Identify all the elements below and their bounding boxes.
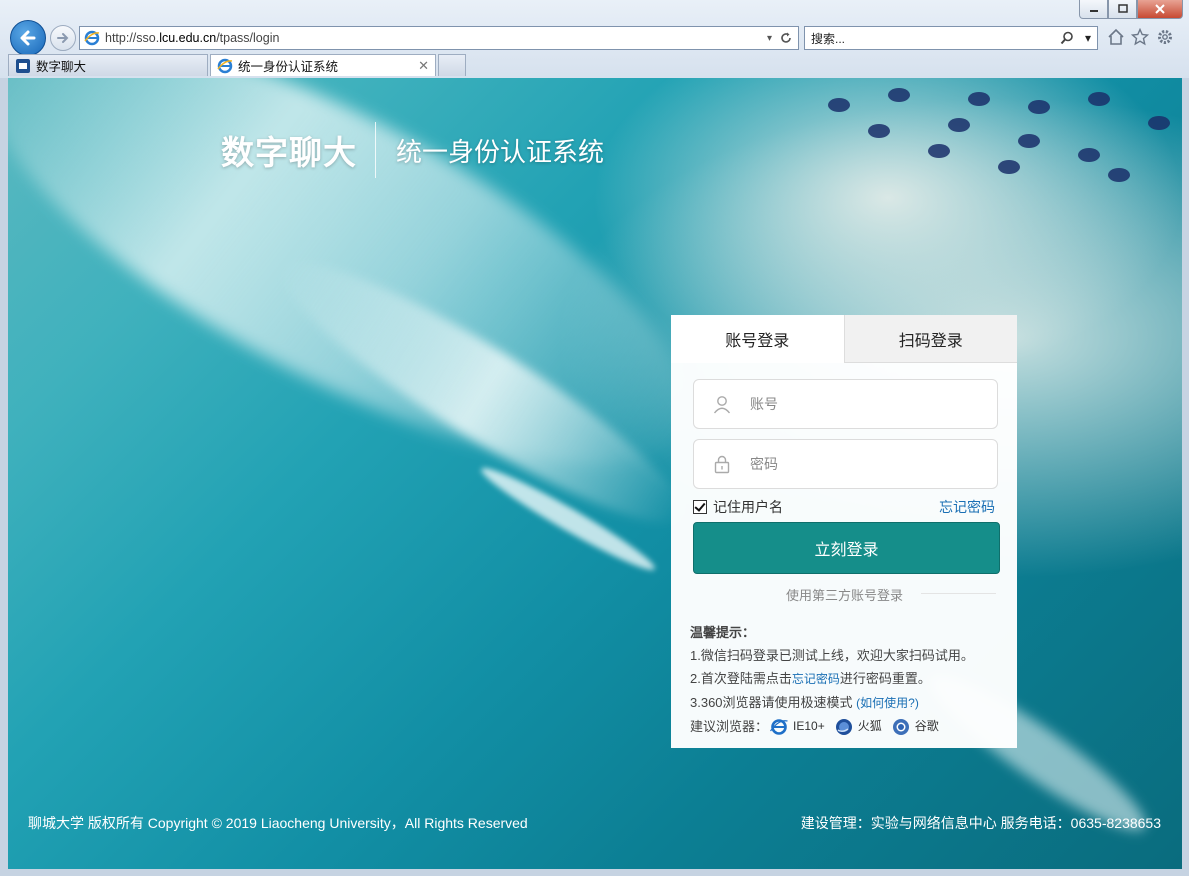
tab-digital-lcu[interactable]: 数字聊大 <box>8 54 208 76</box>
login-panel: 账号登录 扫码登录 记住用户名 忘记密码 立刻登录 使用第三方账号登录 温馨提示… <box>671 315 1017 748</box>
browsers-label: 建议浏览器： <box>690 719 769 734</box>
username-field[interactable] <box>693 379 998 429</box>
window-frame-bottom <box>0 869 1189 876</box>
search-icon[interactable] <box>1060 31 1074 45</box>
window-controls <box>1079 0 1183 19</box>
lock-icon <box>712 454 732 474</box>
close-icon <box>1155 4 1165 14</box>
minimize-icon <box>1089 10 1098 12</box>
browser-chrome: 谷歌 <box>892 715 939 738</box>
user-icon <box>712 394 732 414</box>
tip-line-3: 3.360浏览器请使用极速模式 (如何使用?) <box>690 695 919 710</box>
back-button[interactable] <box>10 20 46 56</box>
home-button[interactable] <box>1106 27 1126 47</box>
search-placeholder: 搜索... <box>811 31 846 46</box>
window-frame-left <box>0 78 8 876</box>
tab-label: 数字聊大 <box>36 60 87 74</box>
arrow-left-icon <box>20 30 36 46</box>
firefox-icon <box>835 718 852 735</box>
settings-button[interactable] <box>1155 27 1175 47</box>
search-box[interactable]: 搜索... ▾ <box>804 26 1098 50</box>
tip-forgot-password-link[interactable]: 忘记密码 <box>792 672 840 686</box>
login-page: 数字聊大 统一身份认证系统 账号登录 扫码登录 记住用户名 忘记密码 立刻登录 … <box>8 78 1182 869</box>
logo-divider <box>375 122 376 178</box>
search-dropdown-icon[interactable]: ▾ <box>1085 31 1091 45</box>
ie-icon <box>770 718 788 735</box>
system-name: 统一身份认证系统 <box>396 136 605 167</box>
close-tab-icon[interactable]: ✕ <box>418 58 429 74</box>
remember-label: 记住用户名 <box>713 499 783 515</box>
site-logo: 数字聊大 统一身份认证系统 <box>221 122 604 178</box>
gear-icon <box>1158 30 1172 44</box>
ie-page-icon <box>84 30 100 46</box>
refresh-icon[interactable] <box>780 32 792 44</box>
arrow-right-icon <box>57 33 69 43</box>
window-frame-right <box>1182 78 1189 876</box>
tip-line-2: 2.首次登陆需点击忘记密码进行密码重置。 <box>690 671 931 686</box>
how-to-use-link[interactable]: (如何使用?) <box>856 696 919 710</box>
tab-label: 统一身份认证系统 <box>238 60 339 74</box>
favorites-button[interactable] <box>1130 27 1150 47</box>
maximize-icon <box>1117 4 1128 13</box>
tip-line-1: 1.微信扫码登录已测试上线，欢迎大家扫码试用。 <box>690 648 974 663</box>
tab-qrcode-login[interactable]: 扫码登录 <box>843 315 1017 363</box>
remember-checkbox[interactable] <box>693 500 707 514</box>
browser-ie: IE10+ <box>770 715 825 738</box>
star-icon <box>1131 28 1149 46</box>
browser-chrome: http://sso.lcu.edu.cn/tpass/login ▾ 搜索..… <box>0 0 1189 79</box>
chrome-icon <box>892 718 909 735</box>
beach-umbrellas-decoration <box>788 78 1182 278</box>
tips-section: 温馨提示： 1.微信扫码登录已测试上线，欢迎大家扫码试用。 2.首次登陆需点击忘… <box>690 621 974 738</box>
tips-title: 温馨提示： <box>690 625 756 640</box>
login-submit-button[interactable]: 立刻登录 <box>693 522 1000 574</box>
third-party-login-label[interactable]: 使用第三方账号登录 <box>693 585 996 604</box>
username-input[interactable] <box>748 395 972 413</box>
forgot-password-link[interactable]: 忘记密码 <box>939 497 995 517</box>
recommended-browsers: 建议浏览器： IE10+ 火狐 谷歌 <box>690 715 974 738</box>
new-tab-button[interactable] <box>438 54 466 76</box>
site-favicon-icon <box>16 58 30 73</box>
footer-management: 建设管理：实验与网络信息中心 服务电话：0635-8238653 <box>800 815 1161 831</box>
ie-tab-icon <box>217 58 233 73</box>
dropdown-icon[interactable]: ▾ <box>767 33 772 44</box>
password-field[interactable] <box>693 439 998 489</box>
brand-name: 数字聊大 <box>221 134 357 171</box>
login-tabs: 账号登录 扫码登录 <box>671 315 1017 363</box>
url-text: http://sso.lcu.edu.cn/tpass/login <box>105 31 280 45</box>
footer-copyright: 聊城大学 版权所有 Copyright © 2019 Liaocheng Uni… <box>28 815 528 831</box>
tab-sso-login[interactable]: 统一身份认证系统 ✕ <box>210 54 436 76</box>
close-window-button[interactable] <box>1137 0 1183 19</box>
remember-username[interactable]: 记住用户名 <box>693 497 783 517</box>
forward-button[interactable] <box>50 25 76 51</box>
tab-account-login[interactable]: 账号登录 <box>671 315 844 363</box>
minimize-button[interactable] <box>1079 0 1108 19</box>
home-icon <box>1108 28 1124 45</box>
address-bar[interactable]: http://sso.lcu.edu.cn/tpass/login ▾ <box>79 26 799 50</box>
tab-strip: 数字聊大 统一身份认证系统 ✕ <box>8 54 468 77</box>
maximize-button[interactable] <box>1108 0 1137 19</box>
password-input[interactable] <box>748 455 972 473</box>
browser-firefox: 火狐 <box>835 715 882 738</box>
